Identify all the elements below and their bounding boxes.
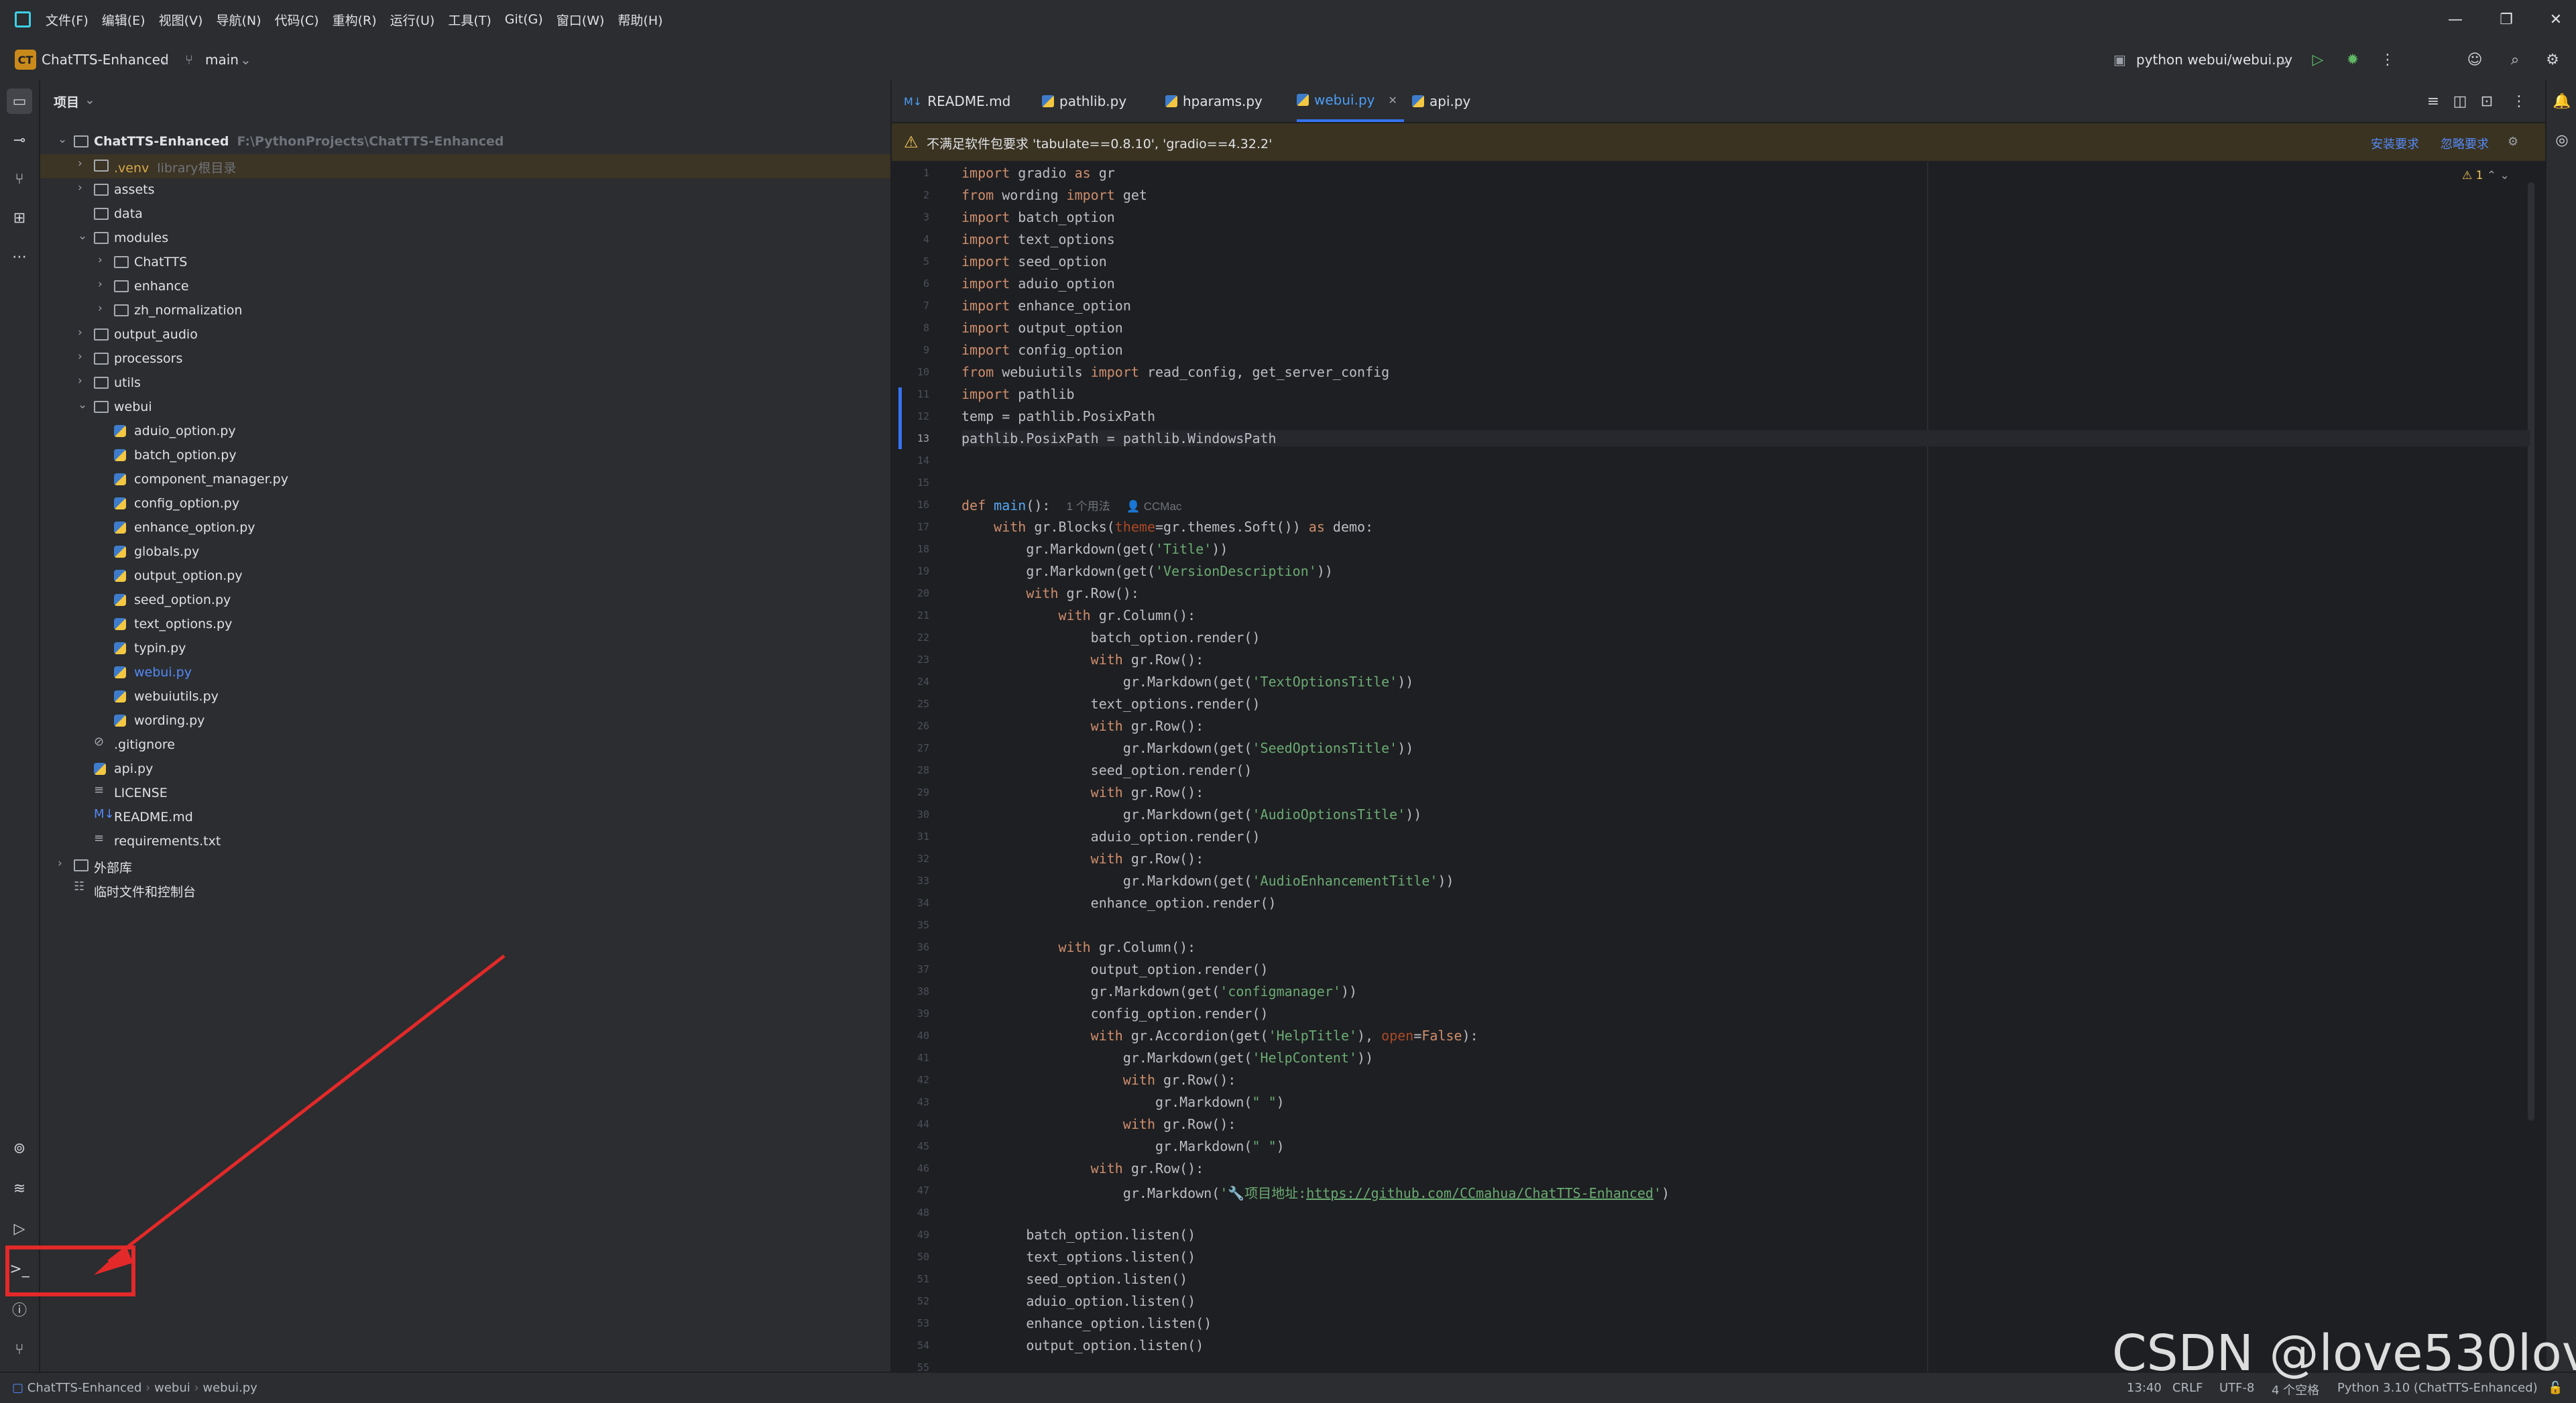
highlight-box	[5, 1245, 135, 1296]
watermark: CSDN @love530love	[2112, 1325, 2576, 1382]
annotation-arrow	[94, 955, 506, 1275]
